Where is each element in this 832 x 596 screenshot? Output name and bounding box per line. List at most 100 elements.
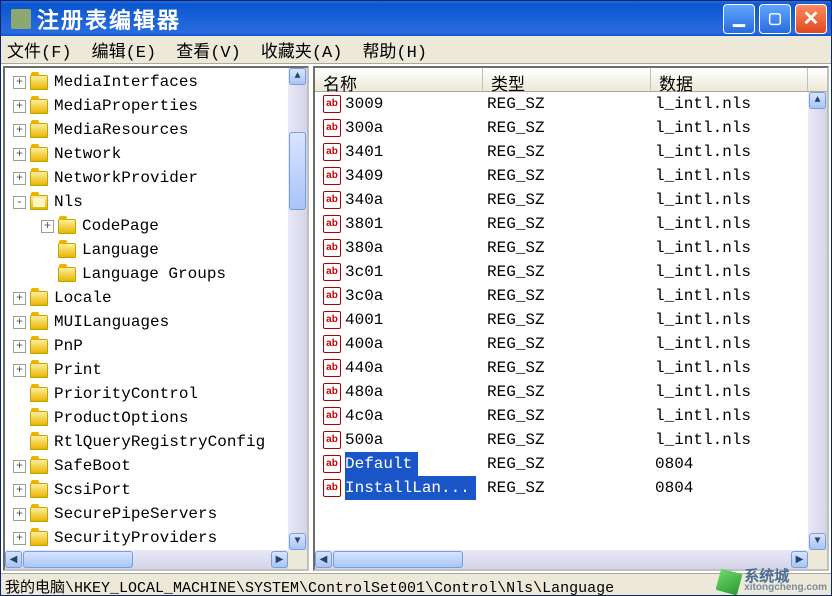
menu-favorites[interactable]: 收藏夹(A) (261, 37, 343, 63)
plus-icon[interactable]: + (13, 532, 26, 545)
titlebar[interactable]: 注册表编辑器 ▁ ▢ ✕ (1, 1, 831, 36)
tree-item[interactable]: Language (5, 238, 307, 262)
plus-icon[interactable]: + (13, 124, 26, 137)
plus-icon[interactable]: + (13, 148, 26, 161)
tree-item[interactable]: +MUILanguages (5, 310, 307, 334)
plus-icon[interactable]: + (13, 340, 26, 353)
folder-icon (30, 459, 48, 474)
list-row[interactable]: ab3c01REG_SZl_intl.nls (315, 260, 827, 284)
menu-edit[interactable]: 编辑(E) (92, 37, 157, 63)
plus-icon[interactable]: + (41, 220, 54, 233)
folder-icon (30, 99, 48, 114)
string-value-icon: ab (323, 143, 341, 161)
tree-item[interactable]: +ScsiPort (5, 478, 307, 502)
plus-icon[interactable]: + (13, 484, 26, 497)
folder-icon (30, 411, 48, 426)
menu-view[interactable]: 查看(V) (176, 37, 241, 63)
list-row[interactable]: ab3409REG_SZl_intl.nls (315, 164, 827, 188)
scroll-left-icon[interactable]: ◀ (5, 551, 22, 568)
tree-item-label: Language Groups (82, 262, 226, 286)
scroll-right-icon[interactable]: ▶ (791, 551, 808, 568)
tree-item[interactable]: +MediaInterfaces (5, 70, 307, 94)
minimize-button[interactable]: ▁ (723, 4, 755, 34)
tree-item[interactable]: +SecurityProviders (5, 526, 307, 550)
registry-tree[interactable]: +MediaInterfaces+MediaProperties+MediaRe… (5, 68, 307, 550)
expander-blank (41, 244, 54, 257)
value-data: 0804 (651, 476, 827, 500)
value-type: REG_SZ (483, 260, 651, 284)
tree-hscrollbar[interactable]: ◀ ▶ (5, 550, 288, 569)
tree-item-label: CodePage (82, 214, 159, 238)
list-row[interactable]: ab4c0aREG_SZl_intl.nls (315, 404, 827, 428)
tree-item[interactable]: RtlQueryRegistryConfig (5, 430, 307, 454)
folder-icon (30, 507, 48, 522)
list-row[interactable]: ab480aREG_SZl_intl.nls (315, 380, 827, 404)
tree-item[interactable]: Language Groups (5, 262, 307, 286)
tree-item[interactable]: +MediaResources (5, 118, 307, 142)
list-hscrollbar[interactable]: ◀ ▶ (315, 550, 808, 569)
tree-item[interactable]: +PnP (5, 334, 307, 358)
folder-icon (30, 315, 48, 330)
maximize-button[interactable]: ▢ (759, 4, 791, 34)
list-row[interactable]: ab500aREG_SZl_intl.nls (315, 428, 827, 452)
col-name[interactable]: 名称 (315, 68, 483, 91)
plus-icon[interactable]: + (13, 292, 26, 305)
tree-item[interactable]: + NetworkProvider (5, 166, 307, 190)
scroll-thumb[interactable] (23, 551, 133, 568)
tree-item[interactable]: +SecurePipeServers (5, 502, 307, 526)
plus-icon[interactable]: + (13, 460, 26, 473)
tree-item[interactable]: PriorityControl (5, 382, 307, 406)
tree-item[interactable]: ProductOptions (5, 406, 307, 430)
list-row[interactable]: ab3801REG_SZl_intl.nls (315, 212, 827, 236)
tree-item[interactable]: +SafeBoot (5, 454, 307, 478)
tree-item[interactable]: +Print (5, 358, 307, 382)
tree-item[interactable]: + CodePage (5, 214, 307, 238)
menu-help[interactable]: 帮助(H) (362, 37, 427, 63)
menu-file[interactable]: 文件(F) (7, 37, 72, 63)
list-row[interactable]: ab340aREG_SZl_intl.nls (315, 188, 827, 212)
tree-item[interactable]: -Nls (5, 190, 307, 214)
tree-item[interactable]: +Locale (5, 286, 307, 310)
list-row[interactable]: abDefaultREG_SZ0804 (315, 452, 827, 476)
tree-vscrollbar[interactable]: ▲ ▼ (288, 68, 307, 550)
list-row[interactable]: ab3401REG_SZl_intl.nls (315, 140, 827, 164)
folder-icon (30, 531, 48, 546)
tree-item[interactable]: +MediaProperties (5, 94, 307, 118)
scroll-down-icon[interactable]: ▼ (289, 533, 306, 550)
value-name: 3009 (345, 92, 383, 116)
col-type[interactable]: 类型 (483, 68, 651, 91)
scroll-thumb[interactable] (289, 132, 306, 210)
list-row[interactable]: ab400aREG_SZl_intl.nls (315, 332, 827, 356)
scroll-left-icon[interactable]: ◀ (315, 551, 332, 568)
value-name: 300a (345, 116, 383, 140)
scroll-down-icon[interactable]: ▼ (809, 533, 826, 550)
col-data[interactable]: 数据 (651, 68, 808, 91)
list-row[interactable]: ab3c0aREG_SZl_intl.nls (315, 284, 827, 308)
close-button[interactable]: ✕ (795, 4, 827, 34)
plus-icon[interactable]: + (13, 100, 26, 113)
tree-item[interactable]: +Network (5, 142, 307, 166)
list-row[interactable]: ab440aREG_SZl_intl.nls (315, 356, 827, 380)
value-type: REG_SZ (483, 284, 651, 308)
plus-icon[interactable]: + (13, 76, 26, 89)
list-row[interactable]: ab380aREG_SZl_intl.nls (315, 236, 827, 260)
list-row[interactable]: abInstallLan...REG_SZ0804 (315, 476, 827, 500)
value-type: REG_SZ (483, 404, 651, 428)
plus-icon[interactable]: + (13, 508, 26, 521)
scroll-up-icon[interactable]: ▲ (289, 68, 306, 85)
scroll-thumb[interactable] (333, 551, 463, 568)
tree-item-label: NetworkProvider (54, 166, 198, 190)
list-row[interactable]: ab4001REG_SZl_intl.nls (315, 308, 827, 332)
value-list[interactable]: ab3009REG_SZl_intl.nlsab300aREG_SZl_intl… (315, 92, 827, 500)
scroll-right-icon[interactable]: ▶ (271, 551, 288, 568)
list-row[interactable]: ab3009REG_SZl_intl.nls (315, 92, 827, 116)
plus-icon[interactable]: + (13, 316, 26, 329)
list-vscrollbar[interactable]: ▲ ▼ (808, 92, 827, 550)
plus-icon[interactable]: + (13, 364, 26, 377)
scroll-up-icon[interactable]: ▲ (809, 92, 826, 109)
value-type: REG_SZ (483, 212, 651, 236)
plus-icon[interactable]: + (13, 172, 26, 185)
window-title: 注册表编辑器 (37, 3, 719, 35)
minus-icon[interactable]: - (13, 196, 26, 209)
list-row[interactable]: ab300aREG_SZl_intl.nls (315, 116, 827, 140)
